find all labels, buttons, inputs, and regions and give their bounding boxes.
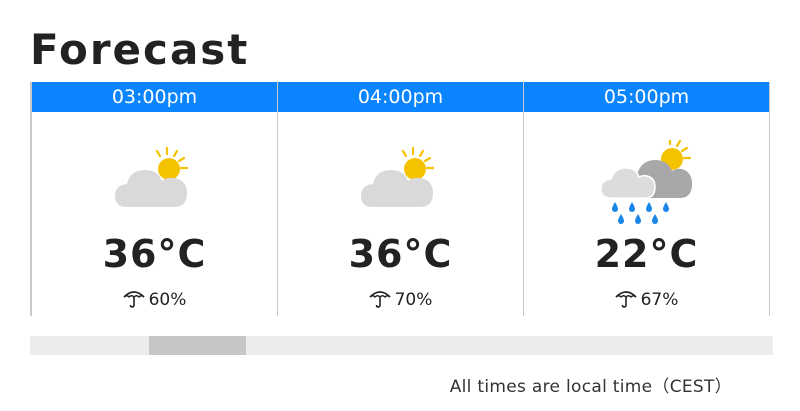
umbrella-icon (369, 291, 391, 308)
temperature-value: 36°C (102, 232, 207, 276)
forecast-card: 04:00pm 36°C 70% (278, 82, 524, 316)
forecast-card: 03:00pm 36°C 60% (30, 82, 278, 316)
sun-behind-cloud-icon (115, 146, 189, 207)
forecast-time: 05:00pm (524, 82, 769, 112)
precipitation-value: 70% (394, 290, 433, 310)
precipitation-value: 67% (640, 290, 679, 310)
timezone-note: All times are local time（CEST） (449, 377, 732, 397)
scrollbar-thumb[interactable] (149, 336, 246, 355)
temperature-value: 36°C (348, 232, 453, 276)
umbrella-icon (123, 291, 145, 308)
sun-cloud-rain-icon (600, 140, 692, 224)
umbrella-icon (615, 291, 637, 308)
forecast-card: 05:00pm 22°C 67% (524, 82, 770, 316)
temperature-value: 22°C (594, 232, 699, 276)
precipitation: 70% (278, 288, 523, 310)
forecast-strip[interactable]: 03:00pm 36°C 60% 04:00pm 36°C 70% 05:00p… (30, 82, 774, 316)
forecast-time: 03:00pm (32, 82, 277, 112)
sun-behind-cloud-icon (361, 146, 435, 207)
page-title: Forecast (30, 25, 250, 74)
precipitation: 60% (32, 288, 277, 310)
precipitation: 67% (524, 288, 769, 310)
forecast-time: 04:00pm (278, 82, 523, 112)
precipitation-value: 60% (148, 290, 187, 310)
horizontal-scrollbar[interactable] (30, 336, 773, 355)
